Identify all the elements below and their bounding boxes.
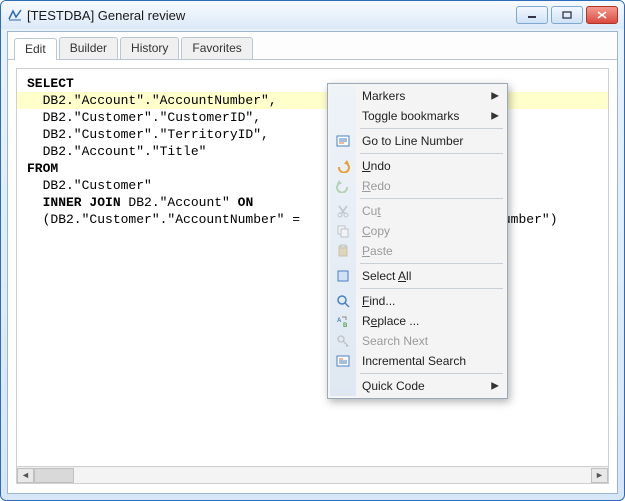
client-area: Edit Builder History Favorites SELECT DB… (7, 31, 618, 494)
redo-icon (335, 178, 351, 194)
scroll-thumb[interactable] (34, 468, 74, 483)
goto-line-icon (335, 133, 351, 149)
tab-edit[interactable]: Edit (14, 38, 57, 60)
select-all-icon (335, 268, 351, 284)
close-button[interactable] (586, 6, 618, 24)
paste-icon (335, 243, 351, 259)
horizontal-scrollbar[interactable]: ◄ ► (16, 467, 609, 484)
menu-undo[interactable]: Undo (330, 156, 505, 176)
menu-paste[interactable]: Paste (330, 241, 505, 261)
scroll-right-arrow[interactable]: ► (591, 468, 608, 483)
submenu-arrow-icon: ▶ (491, 91, 499, 102)
replace-icon: AB (335, 313, 351, 329)
menu-cut[interactable]: Cut (330, 201, 505, 221)
minimize-button[interactable] (516, 6, 548, 24)
menu-separator (360, 128, 503, 129)
submenu-arrow-icon: ▶ (491, 111, 499, 122)
menu-find[interactable]: Find... (330, 291, 505, 311)
menu-goto-line[interactable]: Go to Line Number (330, 131, 505, 151)
context-menu: Markers ▶ Toggle bookmarks ▶ Go to Line … (327, 83, 508, 399)
app-window: [TESTDBA] General review Edit Builder Hi… (0, 0, 625, 501)
window-title: [TESTDBA] General review (27, 8, 516, 23)
tab-history[interactable]: History (120, 37, 179, 59)
search-next-icon (335, 333, 351, 349)
incremental-search-icon (335, 353, 351, 369)
code-content: SELECT DB2."Account"."AccountNumber", DB… (17, 69, 608, 234)
submenu-arrow-icon: ▶ (491, 381, 499, 392)
tab-builder[interactable]: Builder (59, 37, 118, 59)
menu-separator (360, 288, 503, 289)
editor-wrap: SELECT DB2."Account"."AccountNumber", DB… (8, 60, 617, 493)
menu-quick-code[interactable]: Quick Code ▶ (330, 376, 505, 396)
cut-icon (335, 203, 351, 219)
menu-separator (360, 263, 503, 264)
maximize-button[interactable] (551, 6, 583, 24)
menu-separator (360, 198, 503, 199)
scroll-track[interactable] (34, 468, 591, 483)
sql-editor[interactable]: SELECT DB2."Account"."AccountNumber", DB… (16, 68, 609, 467)
menu-separator (360, 153, 503, 154)
svg-text:B: B (343, 323, 348, 328)
find-icon (335, 293, 351, 309)
menu-replace[interactable]: AB Replace ... (330, 311, 505, 331)
menu-incremental-search[interactable]: Incremental Search (330, 351, 505, 371)
tab-favorites[interactable]: Favorites (181, 37, 252, 59)
scroll-left-arrow[interactable]: ◄ (17, 468, 34, 483)
menu-separator (360, 373, 503, 374)
tab-bar: Edit Builder History Favorites (8, 32, 617, 60)
menu-redo[interactable]: Redo (330, 176, 505, 196)
copy-icon (335, 223, 351, 239)
svg-text:A: A (337, 318, 342, 324)
undo-icon (335, 158, 351, 174)
menu-select-all[interactable]: Select All (330, 266, 505, 286)
menu-copy[interactable]: Copy (330, 221, 505, 241)
menu-markers[interactable]: Markers ▶ (330, 86, 505, 106)
titlebar[interactable]: [TESTDBA] General review (1, 1, 624, 29)
app-icon (7, 7, 23, 23)
menu-search-next[interactable]: Search Next (330, 331, 505, 351)
menu-toggle-bookmarks[interactable]: Toggle bookmarks ▶ (330, 106, 505, 126)
